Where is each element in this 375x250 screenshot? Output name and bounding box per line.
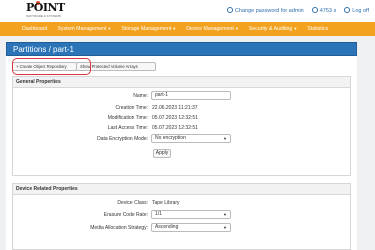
refresh-icon xyxy=(311,7,318,13)
device-properties-title: Device Related Properties xyxy=(13,184,350,195)
general-properties-title: General Properties xyxy=(13,77,350,88)
device-class-value: Tape Library xyxy=(152,200,180,206)
name-input[interactable]: part-1 xyxy=(151,91,231,100)
modification-label: Modification Time: xyxy=(107,115,148,121)
erasure-select[interactable]: 1/1 ▼ xyxy=(151,210,231,219)
session-timer[interactable]: 4753 s xyxy=(311,7,336,14)
chevron-down-icon: ▼ xyxy=(172,26,177,31)
creation-label: Creation Time: xyxy=(115,105,148,111)
nav-device-management[interactable]: Device Management▼ xyxy=(186,26,239,32)
encryption-row: Data Encryption Mode: No encryption ▼ xyxy=(13,134,352,144)
modification-value: 05.07.2023 12:32:51 xyxy=(152,115,198,121)
chevron-down-icon: ▼ xyxy=(223,212,227,217)
logo-text: POINT xyxy=(26,1,65,14)
apply-button[interactable]: Apply xyxy=(153,149,171,158)
chevron-down-icon: ▼ xyxy=(223,225,227,230)
encryption-select[interactable]: No encryption ▼ xyxy=(151,134,231,143)
chevron-down-icon: ▼ xyxy=(107,26,112,31)
page-header: Partitions / part-1 xyxy=(6,42,357,56)
nav-storage-management[interactable]: Storage Management▼ xyxy=(121,26,176,32)
point-logo[interactable]: POINT SOFTWARE & SYSTEMS xyxy=(26,1,65,20)
erasure-label: Erasure Code Rate: xyxy=(103,212,148,218)
nav-dashboard[interactable]: Dashboard xyxy=(22,26,47,32)
logo-subtitle: SOFTWARE & SYSTEMS xyxy=(26,14,61,18)
media-label: Media Allocation Strategy: xyxy=(90,225,148,231)
top-bar: POINT SOFTWARE & SYSTEMS Change password… xyxy=(0,0,375,22)
chevron-down-icon: ▼ xyxy=(223,136,227,141)
main-nav: Dashboard System Management▼ Storage Man… xyxy=(0,22,375,36)
highlight-annotation xyxy=(12,58,91,75)
page-title: Partitions / part-1 xyxy=(13,45,74,54)
lastaccess-label: Last Access Time: xyxy=(107,125,148,131)
modification-row: Modification Time: 05.07.2023 12:32:51 xyxy=(13,113,352,123)
device-class-row: Device Class: Tape Library xyxy=(13,198,352,208)
media-row: Media Allocation Strategy: Ascending ▼ xyxy=(13,223,352,233)
nav-system-management[interactable]: System Management▼ xyxy=(57,26,111,32)
device-class-label: Device Class: xyxy=(117,200,148,206)
nav-security-auditing[interactable]: Security & Auditing▼ xyxy=(249,26,298,32)
name-label: Name: xyxy=(133,93,148,99)
name-row: Name: part-1 xyxy=(13,91,352,101)
logoff-icon xyxy=(344,7,351,13)
creation-row: Creation Time: 22.06.2023 11:21:37 xyxy=(13,103,352,113)
lastaccess-row: Last Access Time: 05.07.2023 12:32:51 xyxy=(13,123,352,133)
logoff-link[interactable]: Log off xyxy=(344,7,369,14)
chevron-down-icon: ▼ xyxy=(234,26,239,31)
nav-statistics[interactable]: Statistics xyxy=(307,26,328,32)
general-properties-panel: General Properties Name: part-1 Creation… xyxy=(12,76,351,176)
change-password-link[interactable]: Change password for admin xyxy=(226,7,304,14)
device-properties-panel: Device Related Properties Device Class: … xyxy=(12,183,351,250)
erasure-row: Erasure Code Rate: 1/1 ▼ xyxy=(13,210,352,220)
lastaccess-value: 05.07.2023 12:32:51 xyxy=(152,125,198,131)
encryption-label: Data Encryption Mode: xyxy=(97,136,148,142)
media-select[interactable]: Ascending ▼ xyxy=(151,223,231,232)
chevron-down-icon: ▼ xyxy=(293,26,298,31)
gear-icon xyxy=(226,7,233,13)
creation-value: 22.06.2023 11:21:37 xyxy=(152,105,198,111)
